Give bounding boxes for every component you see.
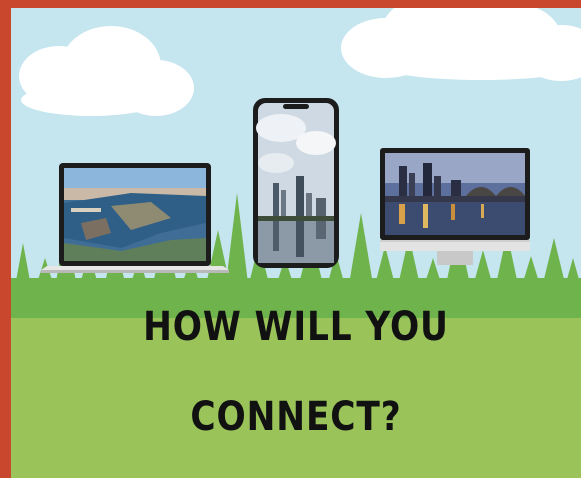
illustration-scene: HOW WILL YOU CONNECT? [11, 8, 581, 478]
smartphone [253, 98, 339, 268]
cloud-left [19, 26, 194, 116]
red-border-frame: HOW WILL YOU CONNECT? [0, 0, 581, 478]
city-skyline-reflection-photo [256, 103, 336, 263]
city-bridge-night-photo [385, 153, 525, 235]
laptop [41, 163, 229, 273]
cloud-right [341, 8, 581, 81]
headline-line-2: CONNECT? [190, 394, 402, 440]
headline-line-1: HOW WILL YOU [143, 304, 449, 350]
aerial-city-harbor-photo [64, 168, 206, 261]
desktop-monitor [380, 148, 530, 265]
